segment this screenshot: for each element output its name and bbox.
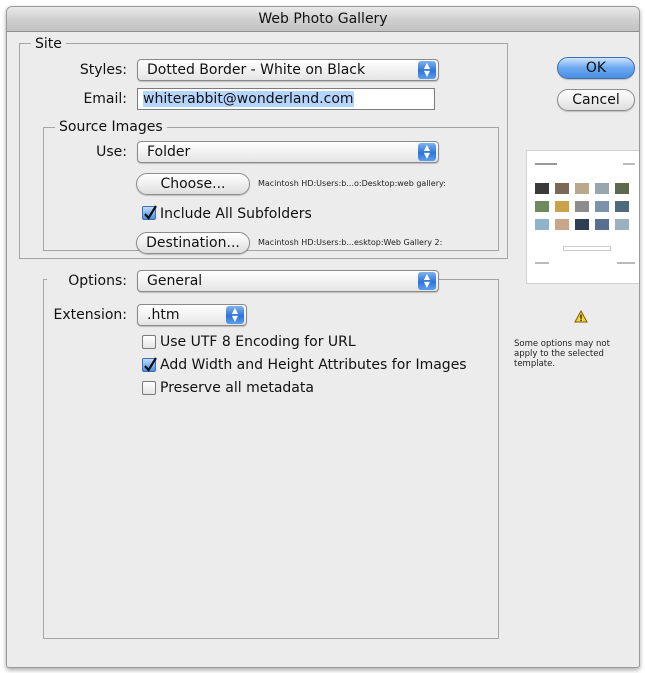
preview-pager [563,246,611,251]
email-label: Email: [83,91,127,107]
use-dropdown[interactable]: Folder ▲ ▼ [137,141,439,163]
extension-label: Extension: [53,307,127,323]
window-title: Web Photo Gallery [7,7,639,32]
options-dropdown[interactable]: General ▲ ▼ [137,270,439,292]
checkmark-icon [144,205,157,220]
popup-arrows-icon: ▲ ▼ [418,272,436,290]
email-field[interactable]: whiterabbit@wonderland.com [137,88,435,110]
preview-thumbnail [535,219,549,230]
styles-dropdown[interactable]: Dotted Border - White on Black ▲ ▼ [137,59,439,81]
preview-thumbnail [595,219,609,230]
choose-path: Macintosh HD:Users:b...o:Desktop:web gal… [258,179,446,188]
options-group [43,279,499,639]
preview-thumbnail [535,201,549,212]
dialog-window: Web Photo Gallery Site Styles: Dotted Bo… [6,6,640,668]
preserve-metadata-label: Preserve all metadata [160,380,314,396]
ok-button[interactable]: OK [557,57,635,79]
checkmark-icon [144,357,157,372]
preview-thumbnail [595,201,609,212]
preview-thumbnail [575,201,589,212]
use-label: Use: [96,144,127,160]
cancel-button[interactable]: Cancel [557,89,635,111]
popup-arrows-icon: ▲ ▼ [418,143,436,161]
destination-button[interactable]: Destination... [136,232,250,254]
preserve-metadata-checkbox[interactable] [142,381,156,395]
preview-footer-line [617,262,635,264]
preview-thumbnail [615,201,629,212]
width-height-attributes-label: Add Width and Height Attributes for Imag… [160,357,467,373]
include-subfolders-label: Include All Subfolders [160,206,312,222]
preview-thumbnail [615,183,629,194]
preview-thumbnail [555,201,569,212]
preview-thumbnail [575,183,589,194]
template-preview [526,150,639,284]
extension-dropdown[interactable]: .htm ▲ ▼ [137,304,247,326]
use-dropdown-value: Folder [147,144,191,160]
styles-dropdown-value: Dotted Border - White on Black [147,62,366,78]
preview-title-line [535,163,557,165]
width-height-attributes-checkbox[interactable] [142,357,157,372]
styles-label: Styles: [79,62,127,78]
site-legend: Site [31,36,66,52]
utf8-encoding-label: Use UTF 8 Encoding for URL [160,334,356,350]
options-dropdown-value: General [147,273,203,289]
destination-path: Macintosh HD:Users:b...esktop:Web Galler… [258,238,443,247]
options-label: Options: [68,273,127,289]
source-images-legend: Source Images [55,119,167,135]
popup-arrows-icon: ▲ ▼ [418,61,436,79]
preview-thumbnail [555,219,569,230]
include-subfolders-checkbox[interactable] [142,205,157,220]
choose-button[interactable]: Choose... [136,173,250,195]
template-warning-note: Some options may not apply to the select… [514,339,610,369]
preview-thumbnail [555,183,569,194]
preview-footer-line [535,262,549,264]
preview-thumbnail [575,219,589,230]
preview-thumbnail [595,183,609,194]
utf8-encoding-checkbox[interactable] [142,335,156,349]
preview-thumbnail [615,219,629,230]
preview-thumbnail [535,183,549,194]
popup-arrows-icon: ▲ ▼ [226,306,244,324]
warning-triangle-icon [574,310,588,323]
email-field-value: whiterabbit@wonderland.com [143,91,354,107]
extension-dropdown-value: .htm [147,307,180,323]
preview-nav-line [623,163,635,165]
